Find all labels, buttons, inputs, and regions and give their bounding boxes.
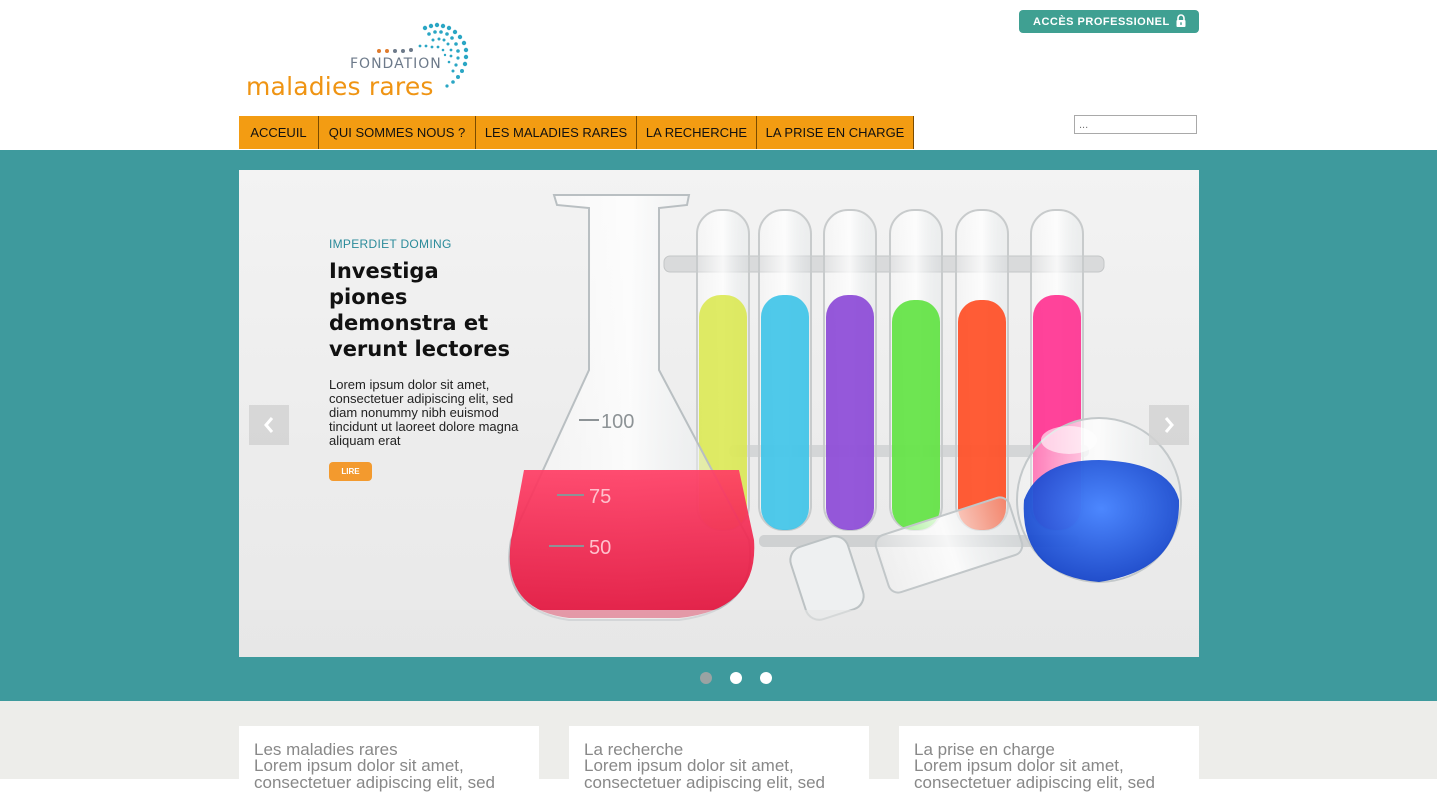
slider-dot-3[interactable] — [760, 672, 772, 684]
lire-button[interactable]: LIRE — [329, 462, 372, 481]
nav-item-label: QUI SOMMES NOUS ? — [328, 125, 466, 140]
professional-access-button[interactable]: ACCÈS PROFESSIONEL — [1019, 10, 1199, 33]
logo-fondation-text: FONDATION — [350, 56, 442, 72]
nav-item-label: LA PRISE EN CHARGE — [765, 125, 905, 140]
nav-item-maladies-rares[interactable]: LES MALADIES RARES — [476, 116, 637, 149]
card-prise-en-charge[interactable]: La prise en charge Lorem ipsum dolor sit… — [899, 726, 1199, 806]
slider-pagination — [700, 672, 772, 684]
card-text: Lorem ipsum dolor sit amet, consectetuer… — [254, 756, 495, 792]
slide-body-text: Lorem ipsum dolor sit amet, consectetuer… — [329, 377, 519, 448]
flask-mark-100: 100 — [601, 411, 634, 433]
slider-prev-button[interactable] — [249, 405, 289, 445]
nav-item-recherche[interactable]: LA RECHERCHE — [637, 116, 757, 149]
nav-item-acceuil[interactable]: ACCEUIL — [239, 116, 319, 149]
logo-name-text: maladies rares — [246, 72, 434, 101]
nav-item-label: LES MALADIES RARES — [484, 125, 628, 140]
professional-access-label: ACCÈS PROFESSIONEL — [1033, 15, 1170, 28]
main-nav: ACCEUIL QUI SOMMES NOUS ? LES MALADIES R… — [239, 116, 914, 149]
slider-dot-1[interactable] — [700, 672, 712, 684]
slide-kicker: IMPERDIET DOMING — [329, 237, 452, 251]
flask-mark-50: 50 — [589, 537, 611, 559]
nav-item-qui-sommes-nous[interactable]: QUI SOMMES NOUS ? — [319, 116, 476, 149]
slider-next-button[interactable] — [1149, 405, 1189, 445]
nav-item-label: LA RECHERCHE — [645, 125, 748, 140]
slider-dot-2[interactable] — [730, 672, 742, 684]
nav-item-label: ACCEUIL — [250, 125, 307, 140]
card-text: Lorem ipsum dolor sit amet, consectetuer… — [584, 756, 825, 792]
hero-slide: 100 75 50 IMPERDIET DOMING Investiga pio… — [239, 170, 1199, 657]
card-maladies-rares[interactable]: Les maladies rares Lorem ipsum dolor sit… — [239, 726, 539, 806]
site-logo[interactable]: FONDATION maladies rares — [240, 20, 480, 102]
chevron-left-icon — [264, 417, 274, 433]
flask-mark-75: 75 — [589, 486, 611, 508]
nav-item-prise-en-charge[interactable]: LA PRISE EN CHARGE — [757, 116, 914, 149]
chevron-right-icon — [1164, 417, 1174, 433]
slide-headline: Investiga piones demonstra et verunt lec… — [329, 259, 510, 361]
site-header: FONDATION maladies rares ACCÈS PROFESSIO… — [0, 0, 1437, 150]
card-recherche[interactable]: La recherche Lorem ipsum dolor sit amet,… — [569, 726, 869, 806]
card-text: Lorem ipsum dolor sit amet, consectetuer… — [914, 756, 1155, 792]
search-input[interactable] — [1074, 115, 1197, 134]
lock-icon — [1176, 14, 1186, 27]
